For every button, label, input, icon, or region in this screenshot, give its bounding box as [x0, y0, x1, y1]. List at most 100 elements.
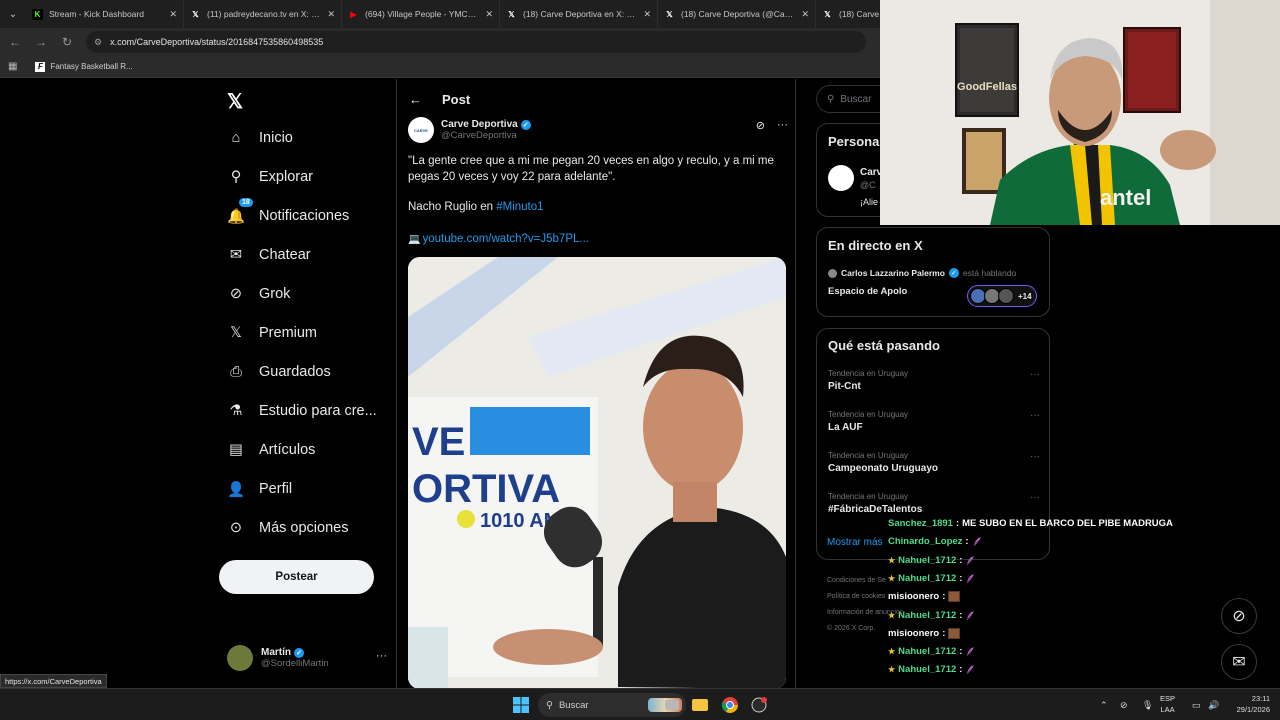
chat-username[interactable]: misioonero [888, 591, 939, 602]
chat-username[interactable]: Nahuel_1712 [898, 646, 956, 657]
close-icon[interactable]: ✕ [485, 9, 493, 20]
author-avatar[interactable]: CARVE [408, 117, 434, 143]
chat-colon: : [959, 572, 963, 584]
back-button[interactable]: ← [8, 35, 22, 49]
lang-layout: LAA [1160, 705, 1175, 714]
bookmark-fantasy-basketball[interactable]: F Fantasy Basketball R... [35, 61, 133, 72]
tab-search-button[interactable]: ⌄ [0, 0, 26, 28]
more-icon[interactable]: ··· [1030, 369, 1040, 380]
widgets-icon[interactable] [662, 695, 682, 715]
search-icon: ⚲ [230, 169, 242, 185]
x-logo-icon[interactable]: 𝕏 [227, 89, 243, 114]
nav-item-más-opciones[interactable]: ⊙ Más opciones [227, 519, 349, 537]
microphone-icon[interactable]: 🎙 [1142, 689, 1153, 720]
browser-tab[interactable]: 𝕏 (11) padreydecano.tv en X: "El d ✕ [184, 0, 342, 28]
suggested-name[interactable]: Carv [860, 167, 882, 178]
close-icon[interactable]: ✕ [643, 9, 651, 20]
nav-item-chatear[interactable]: ✉ Chatear [227, 246, 311, 264]
tab-title: (18) Carve Deportiva en X: ""Q [523, 9, 638, 19]
nav-item-explorar[interactable]: ⚲ Explorar [227, 168, 313, 186]
site-info-icon[interactable]: ⚙ [94, 37, 102, 48]
chat-username[interactable]: Sanchez_1891 [888, 518, 953, 529]
tweet-attribution: Nacho Ruglio en #Minuto1 [408, 201, 544, 213]
close-icon[interactable]: ✕ [169, 9, 177, 20]
verified-icon: ✓ [520, 119, 531, 130]
messages-float-button[interactable]: ✉ [1221, 644, 1257, 680]
language-indicator[interactable]: ESP LAA [1160, 693, 1175, 715]
feather-emote-icon [965, 573, 976, 584]
tweet-image[interactable]: VE ORTIVA 1010 AM [408, 257, 786, 689]
more-icon[interactable]: ··· [777, 119, 788, 132]
browser-tab[interactable]: ▶ (694) Village People - YMCA | T ✕ [342, 0, 500, 28]
chat-username[interactable]: misioonero [888, 628, 939, 639]
more-icon[interactable]: ··· [1030, 410, 1040, 421]
grok-icon: ⊘ [229, 286, 243, 302]
feather-emote-icon [965, 664, 976, 675]
nav-item-guardados[interactable]: ⎙ Guardados [227, 363, 331, 381]
obs-icon[interactable] [749, 695, 769, 715]
browser-tab[interactable]: 𝕏 (18) Carve Deportiva en X: ""Q ✕ [500, 0, 658, 28]
more-icon[interactable]: ··· [1030, 492, 1040, 503]
system-clock[interactable]: 23:11 29/1/2026 [1226, 693, 1270, 715]
nav-item-perfil[interactable]: 👤 Perfil [227, 480, 292, 498]
tray-overflow-icon[interactable]: ⌃ [1100, 689, 1108, 720]
trend-item[interactable]: Tendencia en Uruguay La AUF ··· [828, 410, 1040, 433]
account-switcher[interactable]: Martín ✓ @SordelliMartin ··· [227, 644, 387, 672]
browser-tab[interactable]: K Stream - Kick Dashboard ✕ [26, 0, 184, 28]
chat-username[interactable]: Chinardo_Lopez [888, 536, 962, 547]
browser-tab[interactable]: 𝕏 (18) Carve Deportiva (@CarveD ✕ [658, 0, 816, 28]
chat-username[interactable]: Nahuel_1712 [898, 555, 956, 566]
chat-username[interactable]: Nahuel_1712 [898, 573, 956, 584]
chrome-icon[interactable] [720, 695, 740, 715]
nav-item-artículos[interactable]: ▤ Artículos [227, 441, 315, 459]
back-arrow-icon[interactable]: ← [409, 92, 422, 107]
close-icon[interactable]: ✕ [801, 9, 809, 20]
author-handle[interactable]: @CarveDeportiva [441, 130, 531, 141]
person-icon: 👤 [226, 481, 246, 498]
chat-username[interactable]: Nahuel_1712 [898, 610, 956, 621]
youtube-icon: ▶ [350, 9, 357, 19]
chat-message: Sanchez_1891: ME SUBO EN EL BARCO DEL PIB… [888, 518, 1173, 529]
bookmark-icon: ⎙ [230, 364, 242, 380]
chat-text: ME SUBO EN EL BARCO DEL PIBE MADRUGA [962, 518, 1173, 529]
suggested-avatar[interactable] [828, 165, 854, 191]
nav-item-estudio-para-cre[interactable]: ⚗ Estudio para cre... [227, 402, 377, 420]
nav-item-grok[interactable]: ⊘ Grok [227, 285, 291, 303]
apps-grid-icon[interactable]: ▦ [8, 61, 17, 72]
trend-item[interactable]: Tendencia en Uruguay #FábricaDeTalentos ··… [828, 492, 1040, 515]
trend-item[interactable]: Tendencia en Uruguay Pit-Cnt ··· [828, 369, 1040, 392]
author-name[interactable]: Carve Deportiva ✓ [441, 119, 531, 130]
show-more-link[interactable]: Mostrar más [827, 537, 883, 548]
search-placeholder: Buscar [840, 93, 872, 105]
grok-float-button[interactable]: ⊘ [1221, 598, 1257, 634]
space-name[interactable]: Espacio de Apolo [828, 286, 907, 297]
address-bar[interactable]: ⚙ x.com/CarveDeportiva/status/2016847535… [86, 31, 866, 53]
nav-item-inicio[interactable]: ⌂ Inicio [227, 129, 293, 147]
lang-code: ESP [1160, 694, 1176, 703]
grok-icon[interactable]: ⊘ [756, 119, 765, 132]
live-host[interactable]: Carlos Lazzarino Palermo ✓ está hablando [828, 268, 1016, 278]
volume-icon[interactable]: 🔊 [1208, 689, 1219, 720]
more-icon[interactable]: ··· [1030, 451, 1040, 462]
post-button[interactable]: Postear [219, 560, 374, 594]
chat-username[interactable]: Nahuel_1712 [898, 664, 956, 675]
listeners-pill[interactable]: +14 [967, 285, 1037, 307]
trend-item[interactable]: Tendencia en Uruguay Campeonato Uruguayo ·… [828, 451, 1040, 474]
youtube-link[interactable]: 💻 youtube.com/watch?v=J5b7PL... [408, 233, 589, 245]
nav-item-label: Notificaciones [259, 208, 350, 224]
display-icon[interactable]: ▭ [1192, 689, 1201, 720]
search-icon: ⚲ [827, 93, 835, 105]
windows-start-icon[interactable] [513, 697, 529, 713]
more-icon[interactable]: ··· [376, 650, 387, 662]
file-explorer-icon[interactable] [690, 695, 710, 715]
close-icon[interactable]: ✕ [327, 9, 335, 20]
youtube-link-text: youtube.com/watch?v=J5b7PL... [422, 233, 589, 245]
feather-emote-icon [972, 536, 983, 547]
tab-title: (694) Village People - YMCA | T [365, 9, 480, 19]
nav-item-premium[interactable]: 𝕏 Premium [227, 324, 317, 342]
nav-item-notificaciones[interactable]: 🔔 18 Notificaciones [227, 198, 350, 225]
reload-button[interactable]: ↻ [60, 35, 74, 49]
network-icon[interactable]: ⊘ [1120, 689, 1128, 720]
hashtag-link[interactable]: #Minuto1 [496, 201, 543, 213]
forward-button[interactable]: → [34, 35, 48, 49]
